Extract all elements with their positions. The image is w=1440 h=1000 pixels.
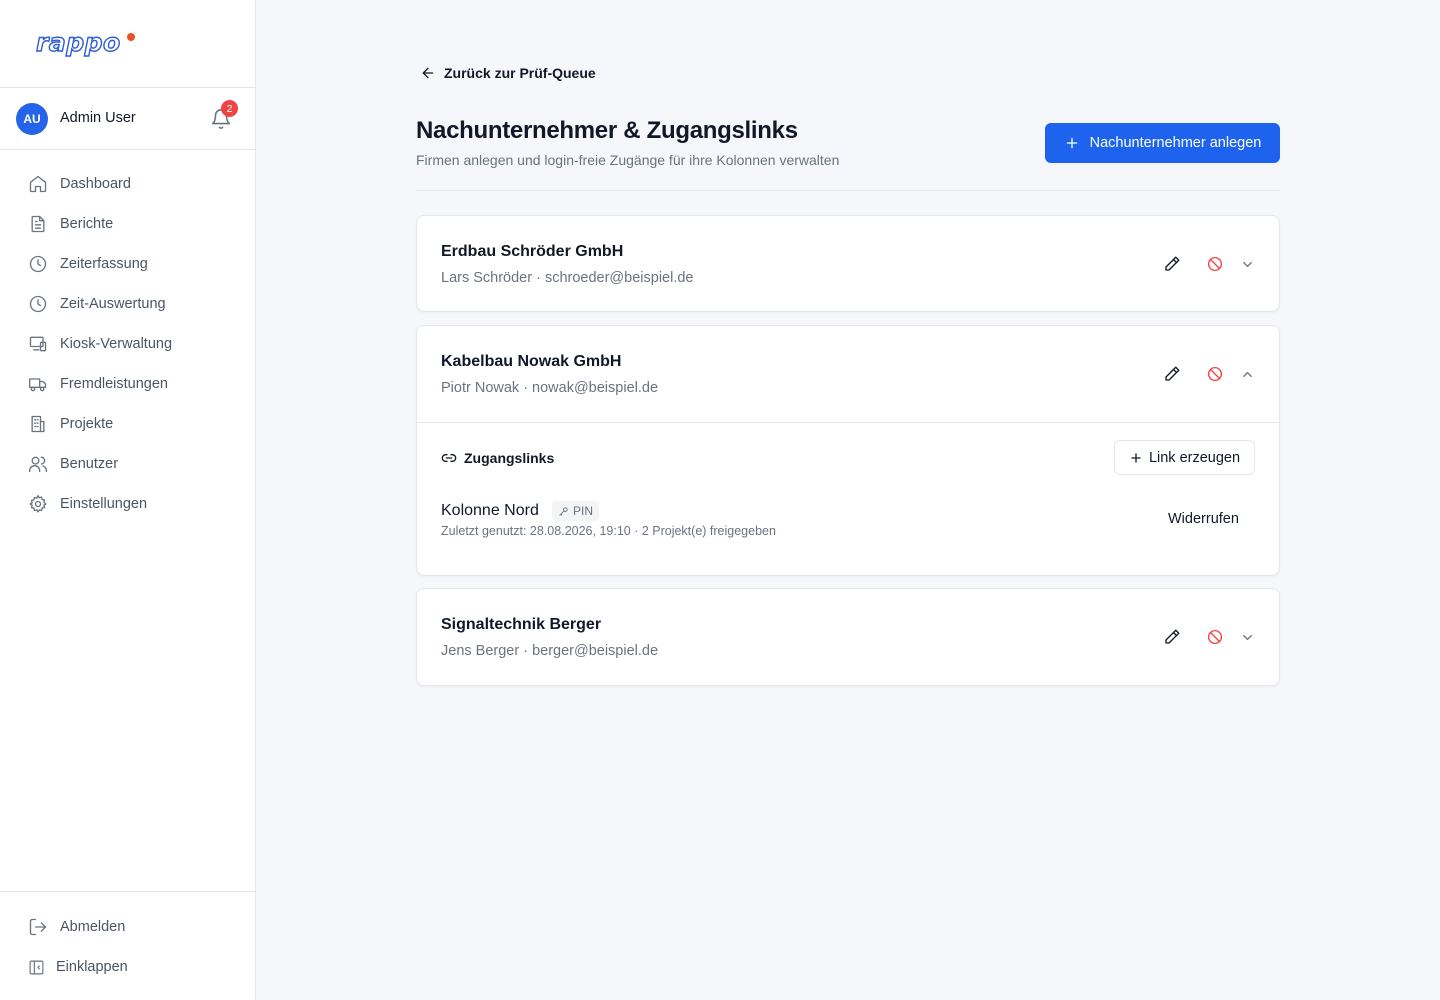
subcontractor-name: Signaltechnik Berger (441, 616, 602, 633)
create-link-button[interactable]: Link erzeugen (1114, 440, 1255, 475)
gear-icon (29, 495, 47, 513)
notifications-button[interactable]: 2 (210, 100, 238, 130)
document-icon (31, 215, 45, 233)
ban-icon (1207, 256, 1223, 272)
arrow-left-icon (422, 67, 434, 79)
logout-button[interactable]: Abmelden (0, 907, 255, 947)
chevron-up-icon (1242, 371, 1252, 377)
edit-button[interactable] (1160, 362, 1184, 386)
deactivate-button[interactable] (1203, 625, 1227, 649)
nav-item-label: Zeiterfassung (60, 256, 148, 272)
main-nav: Dashboard Berichte Zeiterfassung Zeit-Au… (0, 164, 255, 524)
clock-icon (29, 295, 47, 313)
nav-item-label: Benutzer (60, 456, 119, 472)
subcontractor-contact: Jens Berger · berger@beispiel.de (441, 643, 659, 659)
edit-button[interactable] (1160, 252, 1184, 276)
home-icon (29, 175, 47, 193)
clock-icon (29, 255, 47, 273)
subcontractor-contact: Lars Schröder · schroeder@beispiel.de (441, 270, 694, 286)
nav-item-label: Einstellungen (60, 496, 148, 512)
expand-button[interactable] (1235, 252, 1259, 276)
chevron-down-icon (1242, 261, 1252, 267)
nav-item-kiosk-verwaltung[interactable]: Kiosk-Verwaltung (0, 324, 255, 364)
devices-icon (29, 336, 47, 352)
key-icon (559, 506, 568, 516)
subcontractor-card: Erdbau Schröder GmbH Lars Schröder · sch… (416, 215, 1280, 312)
header-divider (416, 190, 1280, 191)
link-icon (441, 454, 457, 462)
nav-item-projekte[interactable]: Projekte (0, 404, 255, 444)
nav-item-dashboard[interactable]: Dashboard (0, 164, 255, 204)
pin-badge-label: PIN (573, 504, 594, 518)
ban-icon (1207, 629, 1223, 645)
avatar[interactable]: AU (16, 103, 48, 135)
access-link-meta: Zuletzt genutzt: 28.08.2026, 19:10 · 2 P… (441, 524, 776, 538)
access-links-heading: Zugangslinks (441, 450, 554, 466)
nav-item-label: Fremdleistungen (60, 376, 168, 392)
nav-item-label: Berichte (60, 216, 114, 232)
create-link-label: Link erzeugen (1148, 449, 1241, 466)
nav-item-label: Kiosk-Verwaltung (60, 336, 173, 352)
expand-button[interactable] (1235, 625, 1259, 649)
sidebar: rappo AU Admin User 2 Dashboard Berichte… (0, 0, 256, 1000)
collapse-sidebar-button[interactable]: Einklappen (0, 947, 255, 987)
logo-dot (127, 33, 135, 41)
chevron-down-icon (1242, 634, 1252, 640)
subcontractor-name: Erdbau Schröder GmbH (441, 243, 624, 260)
access-links-label: Zugangslinks (464, 450, 555, 466)
page-title: Nachunternehmer & Zugangslinks (416, 117, 798, 144)
building-icon (31, 415, 45, 433)
collapse-icon (29, 960, 44, 974)
back-link[interactable]: Zurück zur Prüf-Queue (420, 65, 596, 81)
users-icon (29, 456, 47, 473)
revoke-button[interactable]: Widerrufen (1168, 511, 1239, 527)
pencil-icon (1165, 256, 1180, 271)
access-link-name: Kolonne Nord (441, 502, 539, 519)
subcontractor-name: Kabelbau Nowak GmbH (441, 353, 622, 370)
deactivate-button[interactable] (1203, 362, 1227, 386)
ban-icon (1207, 366, 1223, 382)
subcontractor-card: Signaltechnik Berger Jens Berger · berge… (416, 588, 1280, 686)
nav-item-zeit-auswertung[interactable]: Zeit-Auswertung (0, 284, 255, 324)
subcontractor-contact: Piotr Nowak · nowak@beispiel.de (441, 380, 659, 396)
logout-label: Abmelden (60, 919, 126, 935)
nav-item-label: Zeit-Auswertung (60, 296, 166, 312)
nav-item-label: Dashboard (60, 176, 131, 192)
deactivate-button[interactable] (1203, 252, 1227, 276)
nav-item-label: Projekte (60, 416, 114, 432)
page-subtitle: Firmen anlegen und login-freie Zugänge f… (416, 152, 840, 168)
back-link-label: Zurück zur Prüf-Queue (444, 65, 596, 81)
sidebar-bottom: Abmelden Einklappen (0, 891, 255, 987)
pencil-icon (1165, 629, 1180, 644)
plus-icon (1131, 452, 1141, 463)
create-subcontractor-button[interactable]: Nachunternehmer anlegen (1045, 123, 1280, 163)
nav-item-einstellungen[interactable]: Einstellungen (0, 484, 255, 524)
pin-badge: PIN (552, 501, 600, 521)
truck-icon (29, 378, 47, 392)
collapse-label: Einklappen (56, 959, 128, 975)
user-name[interactable]: Admin User (60, 110, 136, 126)
nav-item-fremdleistungen[interactable]: Fremdleistungen (0, 364, 255, 404)
collapse-button[interactable] (1235, 362, 1259, 386)
plus-icon (1066, 137, 1077, 149)
subcontractor-card-expanded: Kabelbau Nowak GmbH Piotr Nowak · nowak@… (416, 325, 1280, 576)
logo[interactable]: rappo (35, 27, 121, 57)
logo-area: rappo (0, 0, 255, 88)
pencil-icon (1165, 366, 1180, 381)
card-divider (417, 422, 1279, 423)
nav-item-benutzer[interactable]: Benutzer (0, 444, 255, 484)
user-row: AU Admin User 2 (0, 88, 255, 150)
nav-item-berichte[interactable]: Berichte (0, 204, 255, 244)
edit-button[interactable] (1160, 625, 1184, 649)
notification-count-badge: 2 (221, 100, 238, 117)
create-subcontractor-label: Nachunternehmer anlegen (1089, 135, 1262, 151)
logout-icon (29, 918, 47, 936)
nav-item-zeiterfassung[interactable]: Zeiterfassung (0, 244, 255, 284)
